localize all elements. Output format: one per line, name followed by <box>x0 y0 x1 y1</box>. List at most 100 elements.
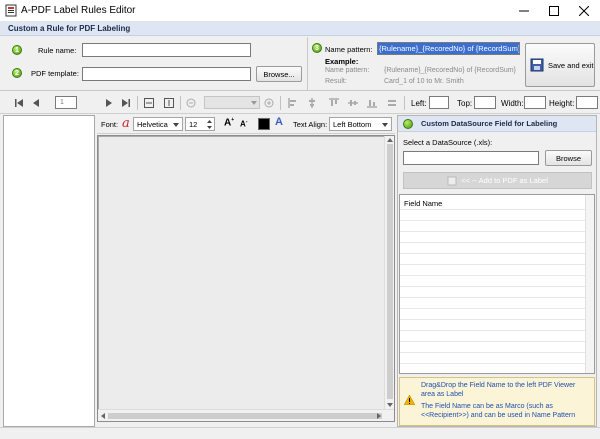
datasource-select-label: Select a DataSource (.xls): <box>403 138 493 147</box>
grid-vertical-scrollbar[interactable] <box>585 195 594 373</box>
save-and-exit-label: Save and exit <box>548 60 594 70</box>
field-name-grid[interactable]: Field Name <box>399 194 595 374</box>
toolbar: 1 Left: Top: Width: Height: <box>0 92 600 114</box>
font-select[interactable]: Helvetica <box>133 117 183 131</box>
text-style-icon[interactable]: A <box>275 116 283 128</box>
grid-row <box>400 297 585 298</box>
chevron-down-icon <box>251 101 257 105</box>
zoom-select[interactable] <box>204 96 260 109</box>
increase-font-icon[interactable]: A+ <box>224 117 234 128</box>
align-top-icon[interactable] <box>329 98 339 108</box>
name-pattern-value: {Rulename}_{RecoredNo} of {RecordSum} <box>378 43 520 54</box>
field-name-column-header: Field Name <box>404 199 443 208</box>
rule-name-input[interactable] <box>82 43 251 57</box>
example-result-label: Result: <box>325 78 347 85</box>
scroll-down-icon[interactable] <box>387 403 393 408</box>
first-page-icon[interactable] <box>14 98 24 108</box>
font-value: Helvetica <box>137 120 168 129</box>
spinner-arrows-icon <box>207 120 212 129</box>
rule-panel: 1 Rule name: 2 PDF template: Browse... 3… <box>0 37 600 91</box>
maximize-button[interactable] <box>539 0 569 22</box>
left-label: Left: <box>411 99 427 108</box>
text-color-swatch[interactable] <box>258 118 270 130</box>
datasource-browse-button[interactable]: Browse <box>545 150 592 166</box>
scroll-up-icon[interactable] <box>387 137 393 142</box>
add-to-pdf-label: << -- Add to PDF as Label <box>461 176 548 185</box>
tip-text-2: The Field Name can be as Marco (such as … <box>421 403 576 419</box>
step-4-icon <box>403 119 413 129</box>
align-bottom-icon[interactable] <box>367 98 377 108</box>
datasource-path-input[interactable] <box>403 151 539 165</box>
page-number-input[interactable]: 1 <box>55 96 77 109</box>
height-input[interactable] <box>576 96 598 109</box>
same-size-icon[interactable] <box>387 98 397 108</box>
scroll-thumb[interactable] <box>108 413 382 419</box>
grid-row <box>400 242 585 243</box>
close-icon <box>579 6 589 16</box>
grid-row <box>400 352 585 353</box>
tip-box: Drag&Drop the Field Name to the left PDF… <box>399 377 595 426</box>
name-pattern-label: Name pattern: <box>325 45 373 54</box>
text-align-value: Left Bottom <box>333 120 372 129</box>
zoom-out-icon[interactable] <box>186 98 196 108</box>
pdf-template-input[interactable] <box>82 67 251 81</box>
left-input[interactable] <box>429 96 449 109</box>
example-title: Example: <box>325 57 359 66</box>
fit-height-icon[interactable] <box>164 98 174 108</box>
step-3-icon: 3 <box>312 43 322 53</box>
grid-row <box>400 209 585 210</box>
example-result-value: Card_1 of 10 to Mr. Smith <box>384 78 464 85</box>
datasource-title: Custom DataSource Field for Labeling <box>421 119 558 128</box>
font-label: Font: <box>101 120 119 129</box>
align-middle-icon[interactable] <box>348 98 358 108</box>
rule-name-label: Rule name: <box>38 46 77 55</box>
font-icon: a <box>122 116 130 131</box>
fit-width-icon[interactable] <box>144 98 154 108</box>
font-size-value: 12 <box>189 120 198 129</box>
pdf-viewer[interactable] <box>97 135 395 422</box>
width-label: Width: <box>501 99 524 108</box>
text-align-select[interactable]: Left Bottom <box>329 117 392 131</box>
datasource-panel: Custom DataSource Field for Labeling Sel… <box>397 115 597 427</box>
zoom-in-icon[interactable] <box>264 98 274 108</box>
page-thumbnail-pane[interactable] <box>3 115 95 427</box>
last-page-icon[interactable] <box>121 98 131 108</box>
save-icon <box>530 58 544 72</box>
grid-row <box>400 341 585 342</box>
previous-page-icon[interactable] <box>31 98 41 108</box>
step-1-icon: 1 <box>12 45 22 55</box>
section-title: Custom a Rule for PDF Labeling <box>8 24 131 33</box>
font-size-spinner[interactable]: 12 <box>185 117 215 131</box>
grid-row <box>400 264 585 265</box>
app-icon <box>5 4 17 17</box>
scroll-left-icon[interactable] <box>100 413 105 419</box>
save-and-exit-button[interactable]: Save and exit <box>525 43 595 87</box>
pdf-template-browse-button[interactable]: Browse... <box>256 66 302 82</box>
pdf-page-area[interactable] <box>99 137 385 409</box>
width-input[interactable] <box>524 96 546 109</box>
minimize-icon <box>519 10 529 12</box>
grid-row <box>400 275 585 276</box>
grid-row <box>400 363 585 364</box>
align-center-icon[interactable] <box>307 98 317 108</box>
separator <box>180 96 181 110</box>
chevron-down-icon <box>173 123 179 127</box>
grid-row <box>400 319 585 320</box>
top-input[interactable] <box>474 96 496 109</box>
minimize-button[interactable] <box>509 0 539 22</box>
next-page-icon[interactable] <box>104 98 114 108</box>
datasource-header: Custom DataSource Field for Labeling <box>398 116 596 132</box>
scroll-right-icon[interactable] <box>377 413 382 419</box>
name-pattern-input[interactable]: {Rulename}_{RecoredNo} of {RecordSum} <box>377 42 520 55</box>
grid-row <box>400 286 585 287</box>
align-left-icon[interactable] <box>288 98 298 108</box>
separator <box>137 96 138 110</box>
horizontal-scrollbar[interactable] <box>98 409 394 421</box>
title-bar: A-PDF Label Rules Editor <box>0 0 600 22</box>
pdf-template-label: PDF template: <box>31 69 79 78</box>
add-to-pdf-button[interactable]: << -- Add to PDF as Label <box>403 172 592 189</box>
decrease-font-icon[interactable]: A- <box>240 119 247 129</box>
close-button[interactable] <box>569 0 599 22</box>
vertical-scrollbar[interactable] <box>384 136 394 409</box>
scroll-thumb[interactable] <box>387 144 393 399</box>
